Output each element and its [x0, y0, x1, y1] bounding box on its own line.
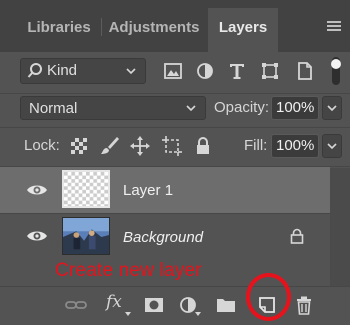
tab-libraries[interactable]: Libraries	[20, 8, 98, 52]
filter-toggle-switch[interactable]	[330, 55, 342, 87]
search-icon	[27, 63, 42, 78]
chevron-down-icon	[327, 105, 337, 112]
adjustment-dropdown-icon	[195, 312, 201, 316]
lock-transparent-pixels-icon[interactable]	[68, 135, 90, 157]
blend-mode-value: Normal	[29, 100, 78, 117]
fx-dropdown-icon	[125, 312, 131, 316]
layer-name: Layer 1	[123, 182, 174, 199]
lock-label: Lock:	[24, 137, 60, 154]
opacity-dropdown[interactable]	[322, 96, 342, 120]
panel-tab-bar: Libraries Adjustments Layers	[0, 0, 350, 52]
type-filter-icon[interactable]	[225, 59, 249, 83]
layer-row-background[interactable]: Background	[0, 214, 330, 260]
blend-mode-select[interactable]: Normal	[20, 96, 206, 120]
filter-kind-select[interactable]: Kind	[20, 58, 146, 84]
chevron-down-icon	[126, 68, 136, 75]
visibility-eye-icon[interactable]	[26, 228, 48, 244]
layers-panel: Libraries Adjustments Layers Kind Normal…	[0, 0, 350, 325]
divider	[0, 127, 350, 128]
fill-label: Fill:	[244, 137, 268, 154]
move-icon[interactable]	[129, 135, 151, 157]
panel-menu-icon[interactable]	[327, 21, 341, 31]
annotation-text: Create new layer	[55, 260, 202, 281]
visibility-eye-icon[interactable]	[26, 182, 48, 198]
smart-object-filter-icon[interactable]	[293, 59, 317, 83]
shape-filter-icon[interactable]	[258, 59, 282, 83]
annotation-circle-highlight	[246, 273, 291, 321]
add-mask-icon[interactable]	[142, 294, 166, 316]
divider	[0, 93, 350, 94]
opacity-label: Opacity:	[214, 99, 270, 116]
artboard-lock-icon[interactable]	[161, 135, 183, 157]
fill-dropdown[interactable]	[322, 134, 342, 158]
chevron-down-icon	[186, 105, 196, 112]
tab-layers[interactable]: Layers	[208, 8, 278, 52]
delete-layer-trash-icon[interactable]	[292, 294, 316, 316]
layer-name: Background	[123, 229, 204, 246]
lock-all-icon[interactable]	[192, 135, 214, 157]
fill-field[interactable]: 100%	[271, 134, 319, 158]
brush-icon[interactable]	[98, 135, 120, 157]
new-group-folder-icon[interactable]	[214, 294, 238, 316]
layer-thumbnail-photo	[62, 217, 110, 255]
layers-scrollbar[interactable]	[330, 168, 350, 288]
tab-divider	[101, 18, 102, 36]
chevron-down-icon	[327, 143, 337, 150]
link-layers-icon[interactable]	[64, 294, 88, 316]
tab-adjustments[interactable]: Adjustments	[104, 8, 204, 52]
layer-lock-icon	[290, 228, 304, 244]
layer-thumbnail-transparent	[62, 170, 110, 208]
adjustment-filter-icon[interactable]	[193, 59, 217, 83]
filter-kind-label: Kind	[47, 62, 78, 79]
layer-style-fx-button[interactable]: fx	[106, 292, 122, 312]
opacity-field[interactable]: 100%	[271, 96, 319, 120]
layer-row-layer-1[interactable]: Layer 1	[0, 167, 330, 213]
pixel-filter-icon[interactable]	[161, 59, 185, 83]
